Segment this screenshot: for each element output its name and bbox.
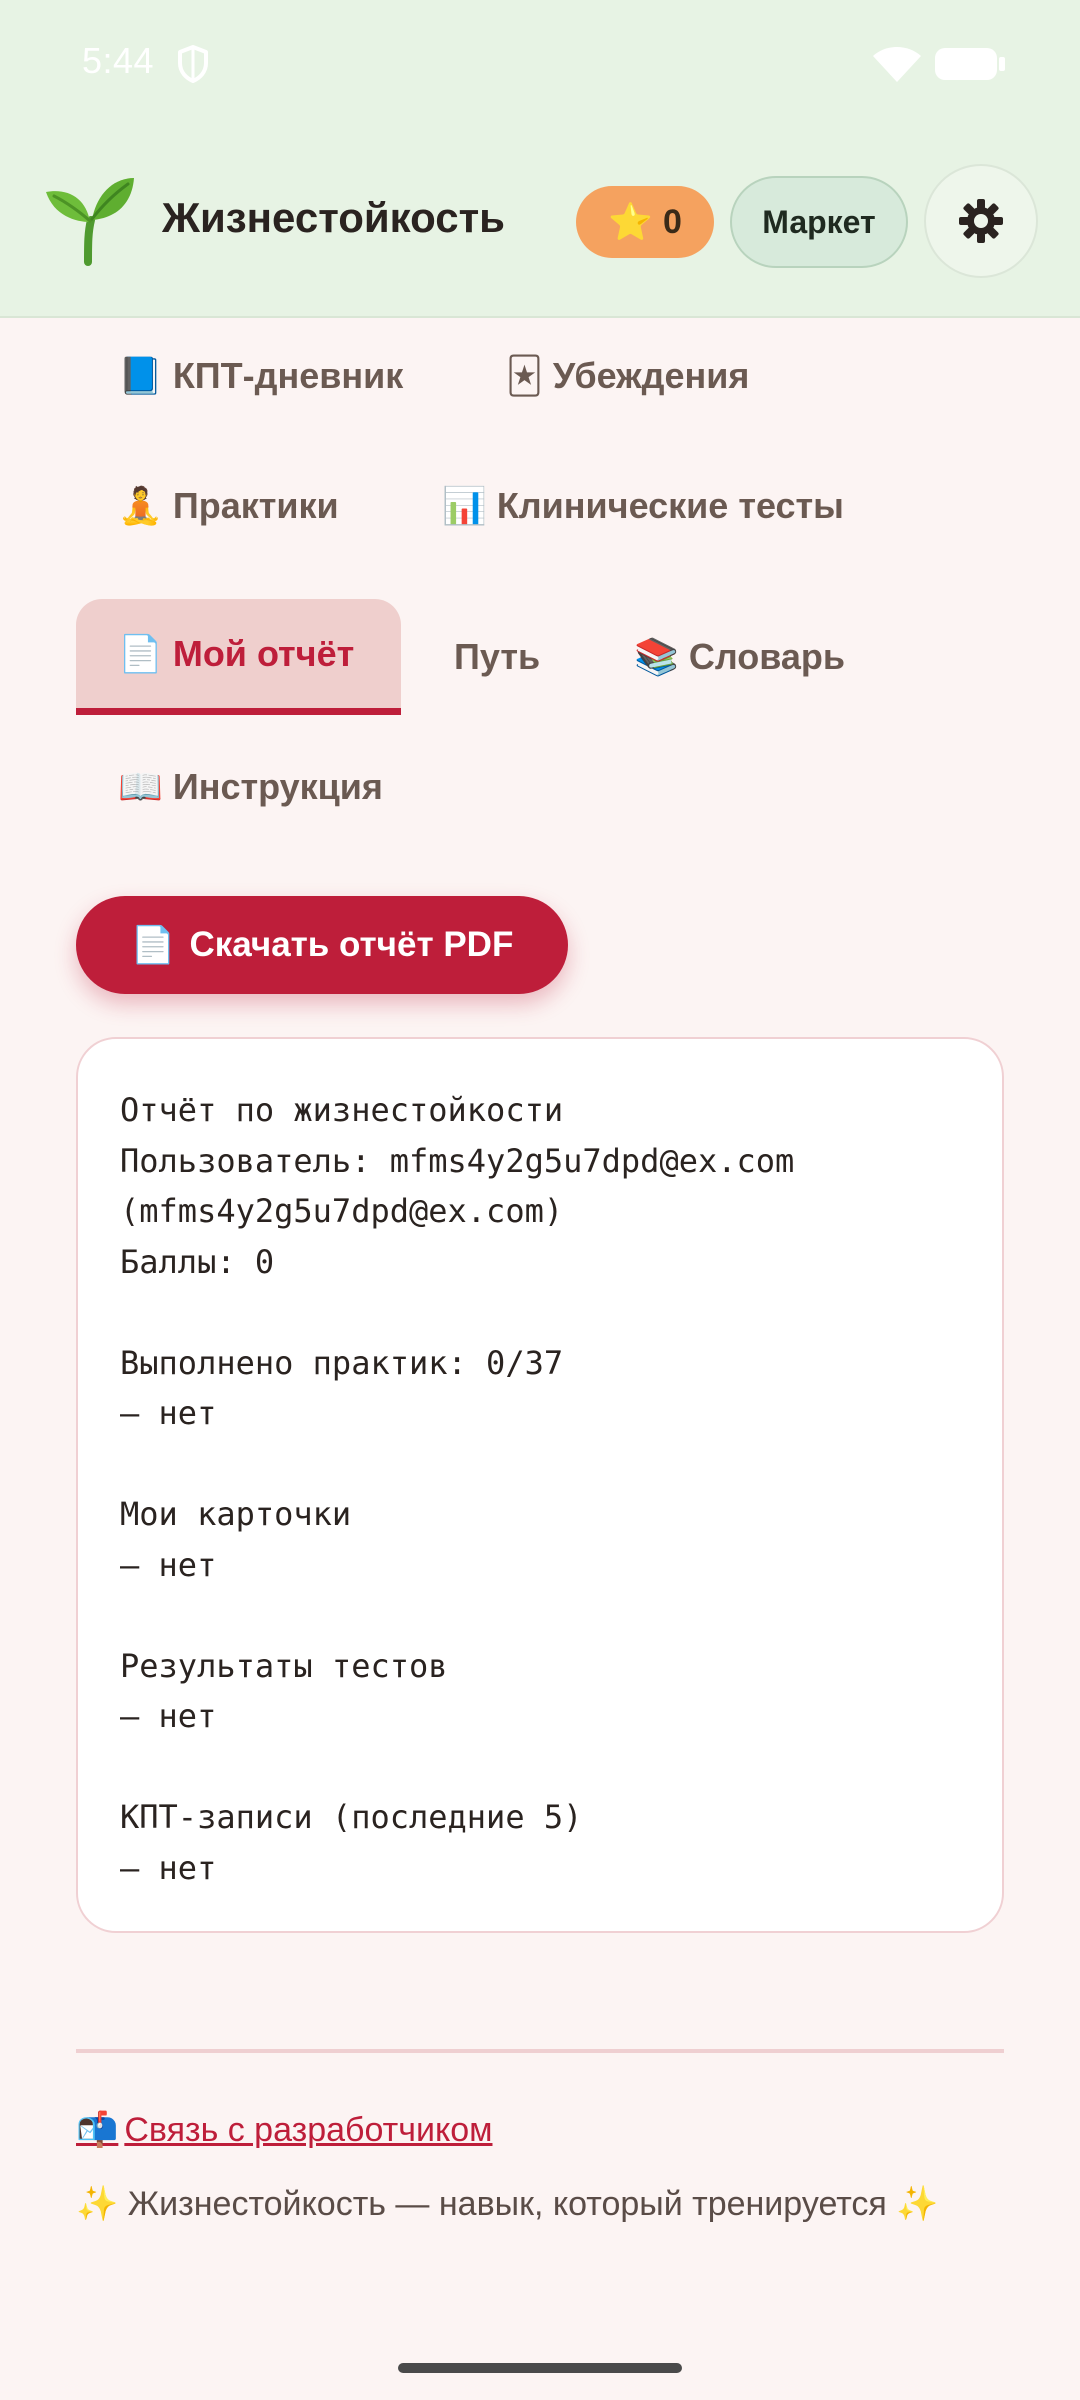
- tab-label: Убеждения: [552, 355, 750, 396]
- report-card: Отчёт по жизнестойкости Пользователь: mf…: [76, 1037, 1004, 1933]
- tab-instructions[interactable]: 📖 Инструкция: [76, 729, 425, 845]
- tab-practices[interactable]: 🧘 Практики: [76, 448, 381, 564]
- mailbox-icon: 📬: [76, 2111, 119, 2149]
- tab-label: Словарь: [688, 636, 846, 677]
- app-header: 5:44 Жизнестойкость ⭐ 0 Маркет: [0, 0, 1080, 318]
- download-pdf-button[interactable]: 📄 Скачать отчёт PDF: [76, 896, 568, 994]
- score-badge[interactable]: ⭐ 0: [576, 186, 714, 258]
- tab-cbt-diary[interactable]: 📘 КПТ-дневник: [76, 318, 445, 434]
- report-text: Отчёт по жизнестойкости Пользователь: mf…: [120, 1091, 795, 1887]
- market-button[interactable]: Маркет: [730, 176, 908, 268]
- score-value: 0: [662, 202, 682, 241]
- tab-label: Инструкция: [172, 766, 383, 807]
- document-icon: 📄: [130, 924, 176, 965]
- download-pdf-label: Скачать отчёт PDF: [189, 925, 514, 964]
- tab-label: Мой отчёт: [172, 632, 355, 674]
- contact-developer-label: Связь с разработчиком: [124, 2111, 493, 2149]
- contact-developer-link[interactable]: 📬 Связь с разработчиком: [76, 2110, 492, 2150]
- book-blue-icon: 📘: [118, 355, 163, 396]
- tab-label: Клинические тесты: [496, 485, 844, 526]
- tab-label: КПТ-дневник: [172, 355, 404, 396]
- star-icon: ⭐: [608, 201, 653, 242]
- wifi-icon: [873, 47, 921, 82]
- tab-label: Практики: [172, 485, 339, 526]
- document-icon: 📄: [118, 632, 163, 674]
- tab-path[interactable]: Путь: [412, 599, 582, 715]
- tab-beliefs[interactable]: 🃏 Убеждения: [464, 318, 791, 434]
- tab-clinical-tests[interactable]: 📊 Клинические тесты: [400, 448, 886, 564]
- tab-my-report[interactable]: 📄 Мой отчёт: [76, 599, 401, 715]
- status-time: 5:44: [82, 40, 155, 81]
- gear-icon: [959, 199, 1003, 243]
- tab-bar: 📘 КПТ-дневник 🃏 Убеждения 🧘 Практики 📊 К…: [0, 318, 1080, 838]
- books-icon: 📚: [634, 636, 679, 677]
- meditation-icon: 🧘: [118, 485, 163, 526]
- battery-icon: [935, 48, 1005, 80]
- app-bar: Жизнестойкость ⭐ 0 Маркет: [0, 126, 1080, 316]
- home-indicator[interactable]: [398, 2363, 682, 2373]
- shield-icon: [178, 45, 208, 83]
- bar-chart-icon: 📊: [442, 485, 487, 526]
- open-book-icon: 📖: [118, 766, 163, 807]
- joker-card-icon: 🃏: [506, 355, 543, 396]
- settings-button[interactable]: [924, 164, 1038, 278]
- tab-glossary[interactable]: 📚 Словарь: [592, 599, 887, 715]
- app-title: Жизнестойкость: [162, 194, 505, 241]
- seedling-logo-icon: [46, 178, 134, 266]
- tagline: ✨ Жизнестойкость — навык, который тренир…: [76, 2185, 939, 2223]
- status-bar: 5:44: [0, 0, 1080, 126]
- footer-divider: [76, 2049, 1004, 2053]
- tab-label: Путь: [454, 636, 541, 677]
